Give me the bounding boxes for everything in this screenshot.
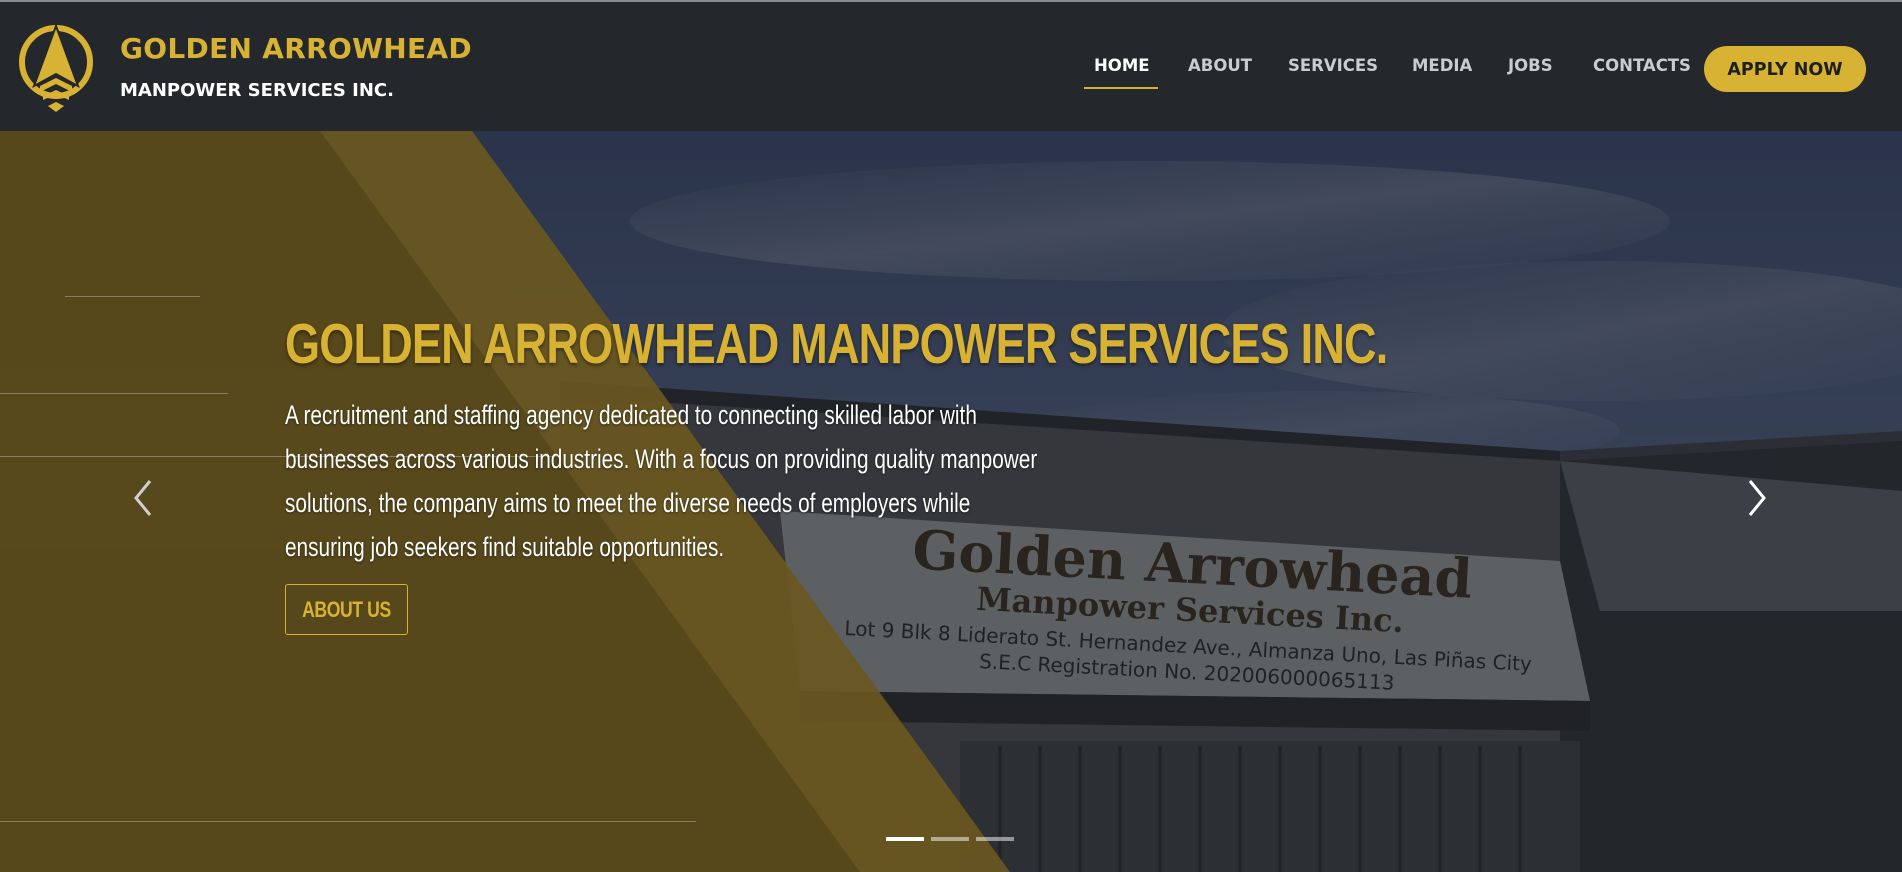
decorative-line xyxy=(0,821,696,822)
chevron-left-icon[interactable] xyxy=(128,475,158,521)
active-nav-underline xyxy=(1084,87,1158,89)
nav-home[interactable]: HOME xyxy=(1094,56,1150,75)
carousel-indicator-3[interactable] xyxy=(976,837,1014,841)
decorative-line xyxy=(65,296,200,297)
nav-jobs[interactable]: JOBS xyxy=(1508,56,1553,75)
nav-services[interactable]: SERVICES xyxy=(1288,56,1378,75)
hero-title: GOLDEN ARROWHEAD MANPOWER SERVICES INC. xyxy=(285,312,1388,376)
apply-now-button[interactable]: APPLY NOW xyxy=(1704,46,1866,92)
site-header: GOLDEN ARROWHEAD MANPOWER SERVICES INC. … xyxy=(0,2,1902,131)
hero-description: A recruitment and staffing agency dedica… xyxy=(285,400,1038,562)
about-us-button[interactable]: ABOUT US xyxy=(285,584,408,635)
decorative-line xyxy=(0,393,228,394)
carousel-indicator-2[interactable] xyxy=(931,837,969,841)
about-us-label: ABOUT US xyxy=(302,597,391,622)
nav-media[interactable]: MEDIA xyxy=(1412,56,1472,75)
hero-carousel: Golden Arrowhead Manpower Services Inc. … xyxy=(0,131,1902,872)
carousel-indicator-1[interactable] xyxy=(886,837,924,841)
nav-contacts[interactable]: CONTACTS xyxy=(1593,56,1691,75)
nav-about[interactable]: ABOUT xyxy=(1188,56,1252,75)
chevron-right-icon[interactable] xyxy=(1742,475,1772,521)
main-nav: HOME ABOUT SERVICES MEDIA JOBS CONTACTS xyxy=(0,2,1902,131)
